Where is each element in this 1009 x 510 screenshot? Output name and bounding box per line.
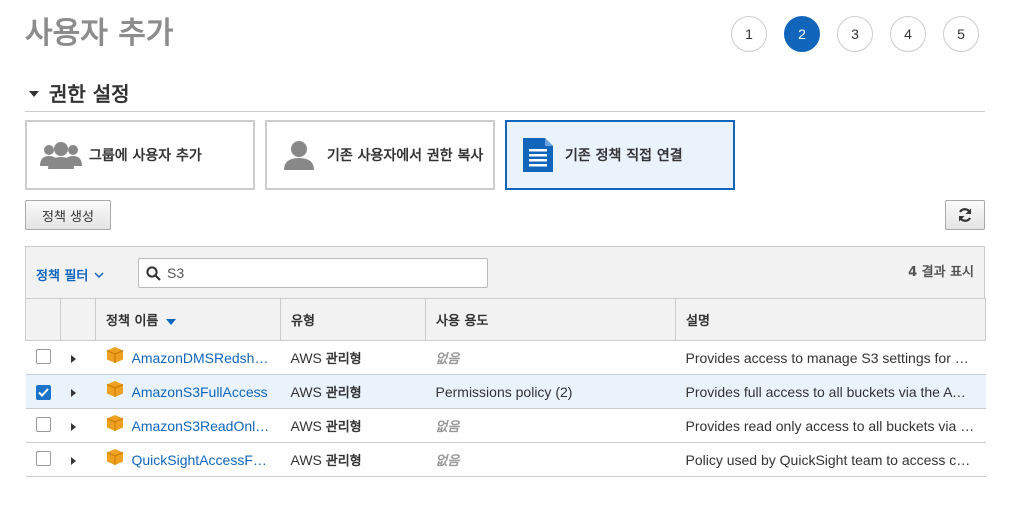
header-type[interactable]: 유형: [280, 298, 426, 341]
policy-name-link[interactable]: AmazonDMSRedshiftS3Role: [132, 350, 271, 366]
type-suffix: 관리형: [325, 454, 362, 469]
policy-filter-dropdown[interactable]: 정책 필터: [36, 265, 104, 284]
search-input[interactable]: [165, 264, 465, 282]
policy-type-cell: AWS 관리형: [280, 408, 426, 443]
expand-arrow-icon[interactable]: [70, 422, 76, 431]
row-checkbox-cell: [25, 340, 61, 375]
table-row[interactable]: AmazonS3ReadOnlyAccess AWS 관리형 없음 Provid…: [25, 408, 986, 443]
type-prefix: AWS: [290, 452, 322, 468]
policy-usage-cell: Permissions policy (2): [425, 374, 676, 409]
policy-name-link[interactable]: QuickSightAccessForS3StorageManagementAn…: [132, 452, 271, 468]
chevron-down-icon: [94, 267, 104, 282]
step-1[interactable]: 1: [731, 16, 767, 52]
permissions-section-header[interactable]: 권한 설정: [25, 78, 985, 112]
step-2[interactable]: 2: [784, 16, 820, 52]
table-row[interactable]: QuickSightAccessForS3StorageManagementAn…: [25, 442, 986, 477]
caret-down-icon: [29, 90, 39, 97]
header-label: 정책 이름: [106, 314, 159, 329]
option-label: 기존 사용자에서 권한 복사: [327, 148, 484, 164]
policy-type-cell: AWS 관리형: [280, 442, 426, 477]
result-count: 4 결과 표시: [908, 265, 974, 280]
policy-name-link[interactable]: AmazonS3FullAccess: [132, 384, 268, 400]
usage-value: Permissions policy (2): [435, 383, 573, 400]
row-checkbox[interactable]: [35, 416, 51, 432]
option-label: 기존 정책 직접 연결: [565, 148, 683, 164]
search-box[interactable]: [138, 258, 488, 288]
permission-options: 그룹에 사용자 추가 기존 사용자에서 권한 복사 기존 정책 직접 연결: [25, 120, 745, 190]
row-checkbox-cell: [25, 408, 61, 443]
policy-table: 정책 필터 4 결과 표시 정책 이름 유형 사용 용도 설명: [25, 246, 986, 477]
row-checkbox[interactable]: [35, 384, 51, 400]
option-add-to-group[interactable]: 그룹에 사용자 추가: [25, 120, 255, 190]
type-suffix: 관리형: [325, 352, 362, 367]
step-4[interactable]: 4: [890, 16, 926, 52]
wizard-steps: 1 2 3 4 5: [731, 16, 996, 52]
row-checkbox[interactable]: [35, 348, 51, 364]
option-copy-permissions[interactable]: 기존 사용자에서 권한 복사: [265, 120, 495, 190]
search-icon: [146, 265, 161, 281]
policy-filter-label: 정책 필터: [36, 269, 89, 284]
policy-usage-cell: 없음: [425, 340, 676, 375]
policy-box-icon: [106, 414, 124, 432]
header-description[interactable]: 설명: [675, 298, 986, 341]
expand-arrow-icon[interactable]: [70, 354, 76, 363]
policy-name-cell: AmazonS3FullAccess: [95, 374, 281, 409]
refresh-icon: [957, 207, 973, 223]
policy-box-icon: [106, 346, 124, 364]
type-prefix: AWS: [290, 350, 322, 366]
page-title: 사용자 추가: [25, 16, 174, 51]
expand-arrow-icon[interactable]: [70, 456, 76, 465]
document-icon: [523, 138, 553, 172]
policy-description-cell: Provides full access to all buckets via …: [675, 374, 986, 409]
policy-usage-cell: 없음: [425, 408, 676, 443]
header-policy-name[interactable]: 정책 이름: [95, 298, 281, 341]
type-suffix: 관리형: [325, 386, 362, 401]
group-icon: [39, 140, 83, 170]
policy-name-cell: AmazonDMSRedshiftS3Role: [95, 340, 281, 375]
type-suffix: 관리형: [325, 420, 362, 435]
policy-box-icon: [106, 448, 124, 466]
row-expand-cell: [60, 374, 96, 409]
header-expand-cell: [60, 298, 96, 341]
option-label: 그룹에 사용자 추가: [89, 148, 202, 164]
row-expand-cell: [60, 408, 96, 443]
step-5[interactable]: 5: [943, 16, 979, 52]
row-checkbox-cell: [25, 442, 61, 477]
policy-description-cell: Policy used by QuickSight team to access…: [675, 442, 986, 477]
table-row[interactable]: AmazonS3FullAccess AWS 관리형 Permissions p…: [25, 374, 986, 409]
row-checkbox-cell: [25, 374, 61, 409]
policy-box-icon: [106, 380, 124, 398]
policy-type-cell: AWS 관리형: [280, 340, 426, 375]
row-expand-cell: [60, 340, 96, 375]
policy-name-cell: QuickSightAccessForS3StorageManagementAn…: [95, 442, 281, 477]
user-icon: [283, 140, 315, 170]
policy-type-cell: AWS 관리형: [280, 374, 426, 409]
step-3[interactable]: 3: [837, 16, 873, 52]
policy-description-cell: Provides read only access to all buckets…: [675, 408, 986, 443]
row-expand-cell: [60, 442, 96, 477]
expand-arrow-icon[interactable]: [70, 388, 76, 397]
policy-description-cell: Provides access to manage S3 settings fo…: [675, 340, 986, 375]
policy-usage-cell: 없음: [425, 442, 676, 477]
policy-name-cell: AmazonS3ReadOnlyAccess: [95, 408, 281, 443]
section-title: 권한 설정: [49, 82, 130, 106]
row-checkbox[interactable]: [35, 450, 51, 466]
usage-value: 없음: [435, 420, 460, 435]
table-row[interactable]: AmazonDMSRedshiftS3Role AWS 관리형 없음 Provi…: [25, 340, 986, 375]
table-header-row: 정책 이름 유형 사용 용도 설명: [25, 298, 986, 341]
usage-value: 없음: [435, 454, 460, 469]
header-checkbox-cell: [25, 298, 61, 341]
header-usage[interactable]: 사용 용도: [425, 298, 676, 341]
create-policy-button[interactable]: 정책 생성: [25, 200, 111, 230]
type-prefix: AWS: [290, 418, 322, 434]
refresh-button[interactable]: [945, 200, 985, 230]
policy-list: 정책 이름 유형 사용 용도 설명 AmazonDMSRedshiftS3Rol…: [25, 298, 986, 477]
type-prefix: AWS: [290, 384, 322, 400]
usage-value: 없음: [435, 352, 460, 367]
filter-bar: 정책 필터 4 결과 표시: [25, 246, 985, 298]
option-attach-policies[interactable]: 기존 정책 직접 연결: [505, 120, 735, 190]
policy-name-link[interactable]: AmazonS3ReadOnlyAccess: [132, 418, 271, 434]
sort-desc-icon: [166, 318, 177, 325]
